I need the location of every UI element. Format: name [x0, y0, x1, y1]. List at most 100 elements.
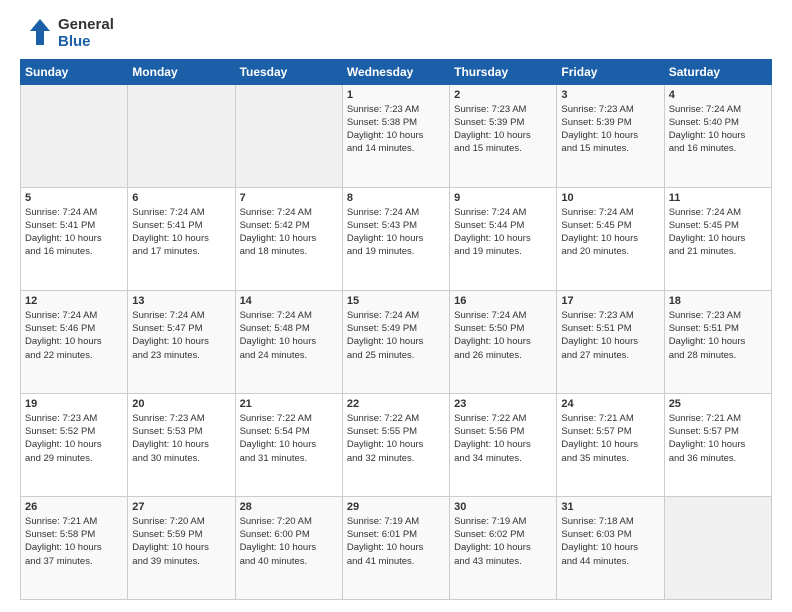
calendar-cell	[128, 84, 235, 187]
logo-icon	[20, 17, 52, 49]
day-info: Sunrise: 7:24 AMSunset: 5:44 PMDaylight:…	[454, 206, 552, 259]
logo-line2: Blue	[58, 33, 114, 50]
day-number: 2	[454, 89, 552, 101]
calendar-cell: 8 Sunrise: 7:24 AMSunset: 5:43 PMDaylight…	[342, 187, 449, 290]
calendar-cell: 12 Sunrise: 7:24 AMSunset: 5:46 PMDayligh…	[21, 290, 128, 393]
day-info: Sunrise: 7:20 AMSunset: 5:59 PMDaylight:…	[132, 515, 230, 568]
calendar-cell: 6 Sunrise: 7:24 AMSunset: 5:41 PMDaylight…	[128, 187, 235, 290]
day-number: 19	[25, 398, 123, 410]
weekday-header: Sunday	[21, 59, 128, 84]
day-info: Sunrise: 7:24 AMSunset: 5:42 PMDaylight:…	[240, 206, 338, 259]
day-info: Sunrise: 7:21 AMSunset: 5:58 PMDaylight:…	[25, 515, 123, 568]
day-info: Sunrise: 7:24 AMSunset: 5:49 PMDaylight:…	[347, 309, 445, 362]
calendar-cell: 29Sunrise: 7:19 AMSunset: 6:01 PMDayligh…	[342, 496, 449, 599]
day-info: Sunrise: 7:24 AMSunset: 5:48 PMDaylight:…	[240, 309, 338, 362]
day-info: Sunrise: 7:24 AMSunset: 5:41 PMDaylight:…	[25, 206, 123, 259]
calendar-cell: 1 Sunrise: 7:23 AMSunset: 5:38 PMDaylight…	[342, 84, 449, 187]
calendar-cell: 22 Sunrise: 7:22 AMSunset: 5:55 PMDayligh…	[342, 393, 449, 496]
day-number: 7	[240, 192, 338, 204]
day-number: 5	[25, 192, 123, 204]
day-number: 9	[454, 192, 552, 204]
header: General Blue	[20, 16, 772, 51]
day-info: Sunrise: 7:23 AMSunset: 5:52 PMDaylight:…	[25, 412, 123, 465]
day-number: 15	[347, 295, 445, 307]
calendar-cell: 24 Sunrise: 7:21 AMSunset: 5:57 PMDayligh…	[557, 393, 664, 496]
day-info: Sunrise: 7:18 AMSunset: 6:03 PMDaylight:…	[561, 515, 659, 568]
calendar-cell: 30 Sunrise: 7:19 AMSunset: 6:02 PMDayligh…	[450, 496, 557, 599]
day-number: 3	[561, 89, 659, 101]
calendar-cell: 15 Sunrise: 7:24 AMSunset: 5:49 PMDayligh…	[342, 290, 449, 393]
weekday-header: Wednesday	[342, 59, 449, 84]
day-info: Sunrise: 7:24 AMSunset: 5:45 PMDaylight:…	[669, 206, 767, 259]
day-number: 4	[669, 89, 767, 101]
day-number: 28	[240, 501, 338, 513]
day-info: Sunrise: 7:24 AMSunset: 5:41 PMDaylight:…	[132, 206, 230, 259]
day-info: Sunrise: 7:24 AMSunset: 5:43 PMDaylight:…	[347, 206, 445, 259]
weekday-header: Monday	[128, 59, 235, 84]
day-number: 22	[347, 398, 445, 410]
calendar-cell: 18 Sunrise: 7:23 AMSunset: 5:51 PMDayligh…	[664, 290, 771, 393]
day-number: 26	[25, 501, 123, 513]
day-number: 17	[561, 295, 659, 307]
day-number: 12	[25, 295, 123, 307]
day-number: 21	[240, 398, 338, 410]
day-number: 24	[561, 398, 659, 410]
calendar-cell: 16Sunrise: 7:24 AMSunset: 5:50 PMDayligh…	[450, 290, 557, 393]
calendar-cell	[664, 496, 771, 599]
day-info: Sunrise: 7:21 AMSunset: 5:57 PMDaylight:…	[669, 412, 767, 465]
day-number: 13	[132, 295, 230, 307]
weekday-header: Tuesday	[235, 59, 342, 84]
calendar-cell: 21 Sunrise: 7:22 AMSunset: 5:54 PMDayligh…	[235, 393, 342, 496]
calendar-cell: 11 Sunrise: 7:24 AMSunset: 5:45 PMDayligh…	[664, 187, 771, 290]
day-number: 14	[240, 295, 338, 307]
day-number: 6	[132, 192, 230, 204]
day-info: Sunrise: 7:22 AMSunset: 5:55 PMDaylight:…	[347, 412, 445, 465]
calendar-cell: 17 Sunrise: 7:23 AMSunset: 5:51 PMDayligh…	[557, 290, 664, 393]
day-info: Sunrise: 7:23 AMSunset: 5:38 PMDaylight:…	[347, 103, 445, 156]
calendar-cell: 2 Sunrise: 7:23 AMSunset: 5:39 PMDaylight…	[450, 84, 557, 187]
weekday-header: Saturday	[664, 59, 771, 84]
page: General Blue SundayMondayTuesdayWednesda…	[0, 0, 792, 612]
day-info: Sunrise: 7:21 AMSunset: 5:57 PMDaylight:…	[561, 412, 659, 465]
calendar-cell: 19 Sunrise: 7:23 AMSunset: 5:52 PMDayligh…	[21, 393, 128, 496]
day-info: Sunrise: 7:24 AMSunset: 5:46 PMDaylight:…	[25, 309, 123, 362]
day-number: 30	[454, 501, 552, 513]
calendar-table: SundayMondayTuesdayWednesdayThursdayFrid…	[20, 59, 772, 601]
day-number: 25	[669, 398, 767, 410]
day-number: 18	[669, 295, 767, 307]
logo-line1: General	[58, 16, 114, 33]
day-info: Sunrise: 7:24 AMSunset: 5:45 PMDaylight:…	[561, 206, 659, 259]
day-number: 11	[669, 192, 767, 204]
calendar-cell: 3Sunrise: 7:23 AMSunset: 5:39 PMDaylight…	[557, 84, 664, 187]
calendar-cell: 14 Sunrise: 7:24 AMSunset: 5:48 PMDayligh…	[235, 290, 342, 393]
day-number: 20	[132, 398, 230, 410]
day-number: 23	[454, 398, 552, 410]
day-number: 16	[454, 295, 552, 307]
calendar-cell: 13Sunrise: 7:24 AMSunset: 5:47 PMDayligh…	[128, 290, 235, 393]
day-info: Sunrise: 7:23 AMSunset: 5:53 PMDaylight:…	[132, 412, 230, 465]
day-info: Sunrise: 7:19 AMSunset: 6:01 PMDaylight:…	[347, 515, 445, 568]
calendar-cell: 28 Sunrise: 7:20 AMSunset: 6:00 PMDayligh…	[235, 496, 342, 599]
calendar-cell	[21, 84, 128, 187]
day-info: Sunrise: 7:23 AMSunset: 5:51 PMDaylight:…	[669, 309, 767, 362]
day-info: Sunrise: 7:24 AMSunset: 5:40 PMDaylight:…	[669, 103, 767, 156]
day-number: 27	[132, 501, 230, 513]
weekday-header: Friday	[557, 59, 664, 84]
day-number: 31	[561, 501, 659, 513]
logo: General Blue	[20, 16, 114, 51]
calendar-cell: 26 Sunrise: 7:21 AMSunset: 5:58 PMDayligh…	[21, 496, 128, 599]
day-info: Sunrise: 7:19 AMSunset: 6:02 PMDaylight:…	[454, 515, 552, 568]
day-info: Sunrise: 7:20 AMSunset: 6:00 PMDaylight:…	[240, 515, 338, 568]
day-info: Sunrise: 7:23 AMSunset: 5:51 PMDaylight:…	[561, 309, 659, 362]
day-number: 8	[347, 192, 445, 204]
calendar-cell: 20 Sunrise: 7:23 AMSunset: 5:53 PMDayligh…	[128, 393, 235, 496]
day-number: 1	[347, 89, 445, 101]
calendar-cell: 25 Sunrise: 7:21 AMSunset: 5:57 PMDayligh…	[664, 393, 771, 496]
calendar-cell: 10Sunrise: 7:24 AMSunset: 5:45 PMDayligh…	[557, 187, 664, 290]
day-info: Sunrise: 7:22 AMSunset: 5:54 PMDaylight:…	[240, 412, 338, 465]
day-info: Sunrise: 7:23 AMSunset: 5:39 PMDaylight:…	[454, 103, 552, 156]
calendar-cell	[235, 84, 342, 187]
calendar-cell: 7 Sunrise: 7:24 AMSunset: 5:42 PMDaylight…	[235, 187, 342, 290]
calendar-cell: 23Sunrise: 7:22 AMSunset: 5:56 PMDayligh…	[450, 393, 557, 496]
calendar-cell: 27 Sunrise: 7:20 AMSunset: 5:59 PMDayligh…	[128, 496, 235, 599]
